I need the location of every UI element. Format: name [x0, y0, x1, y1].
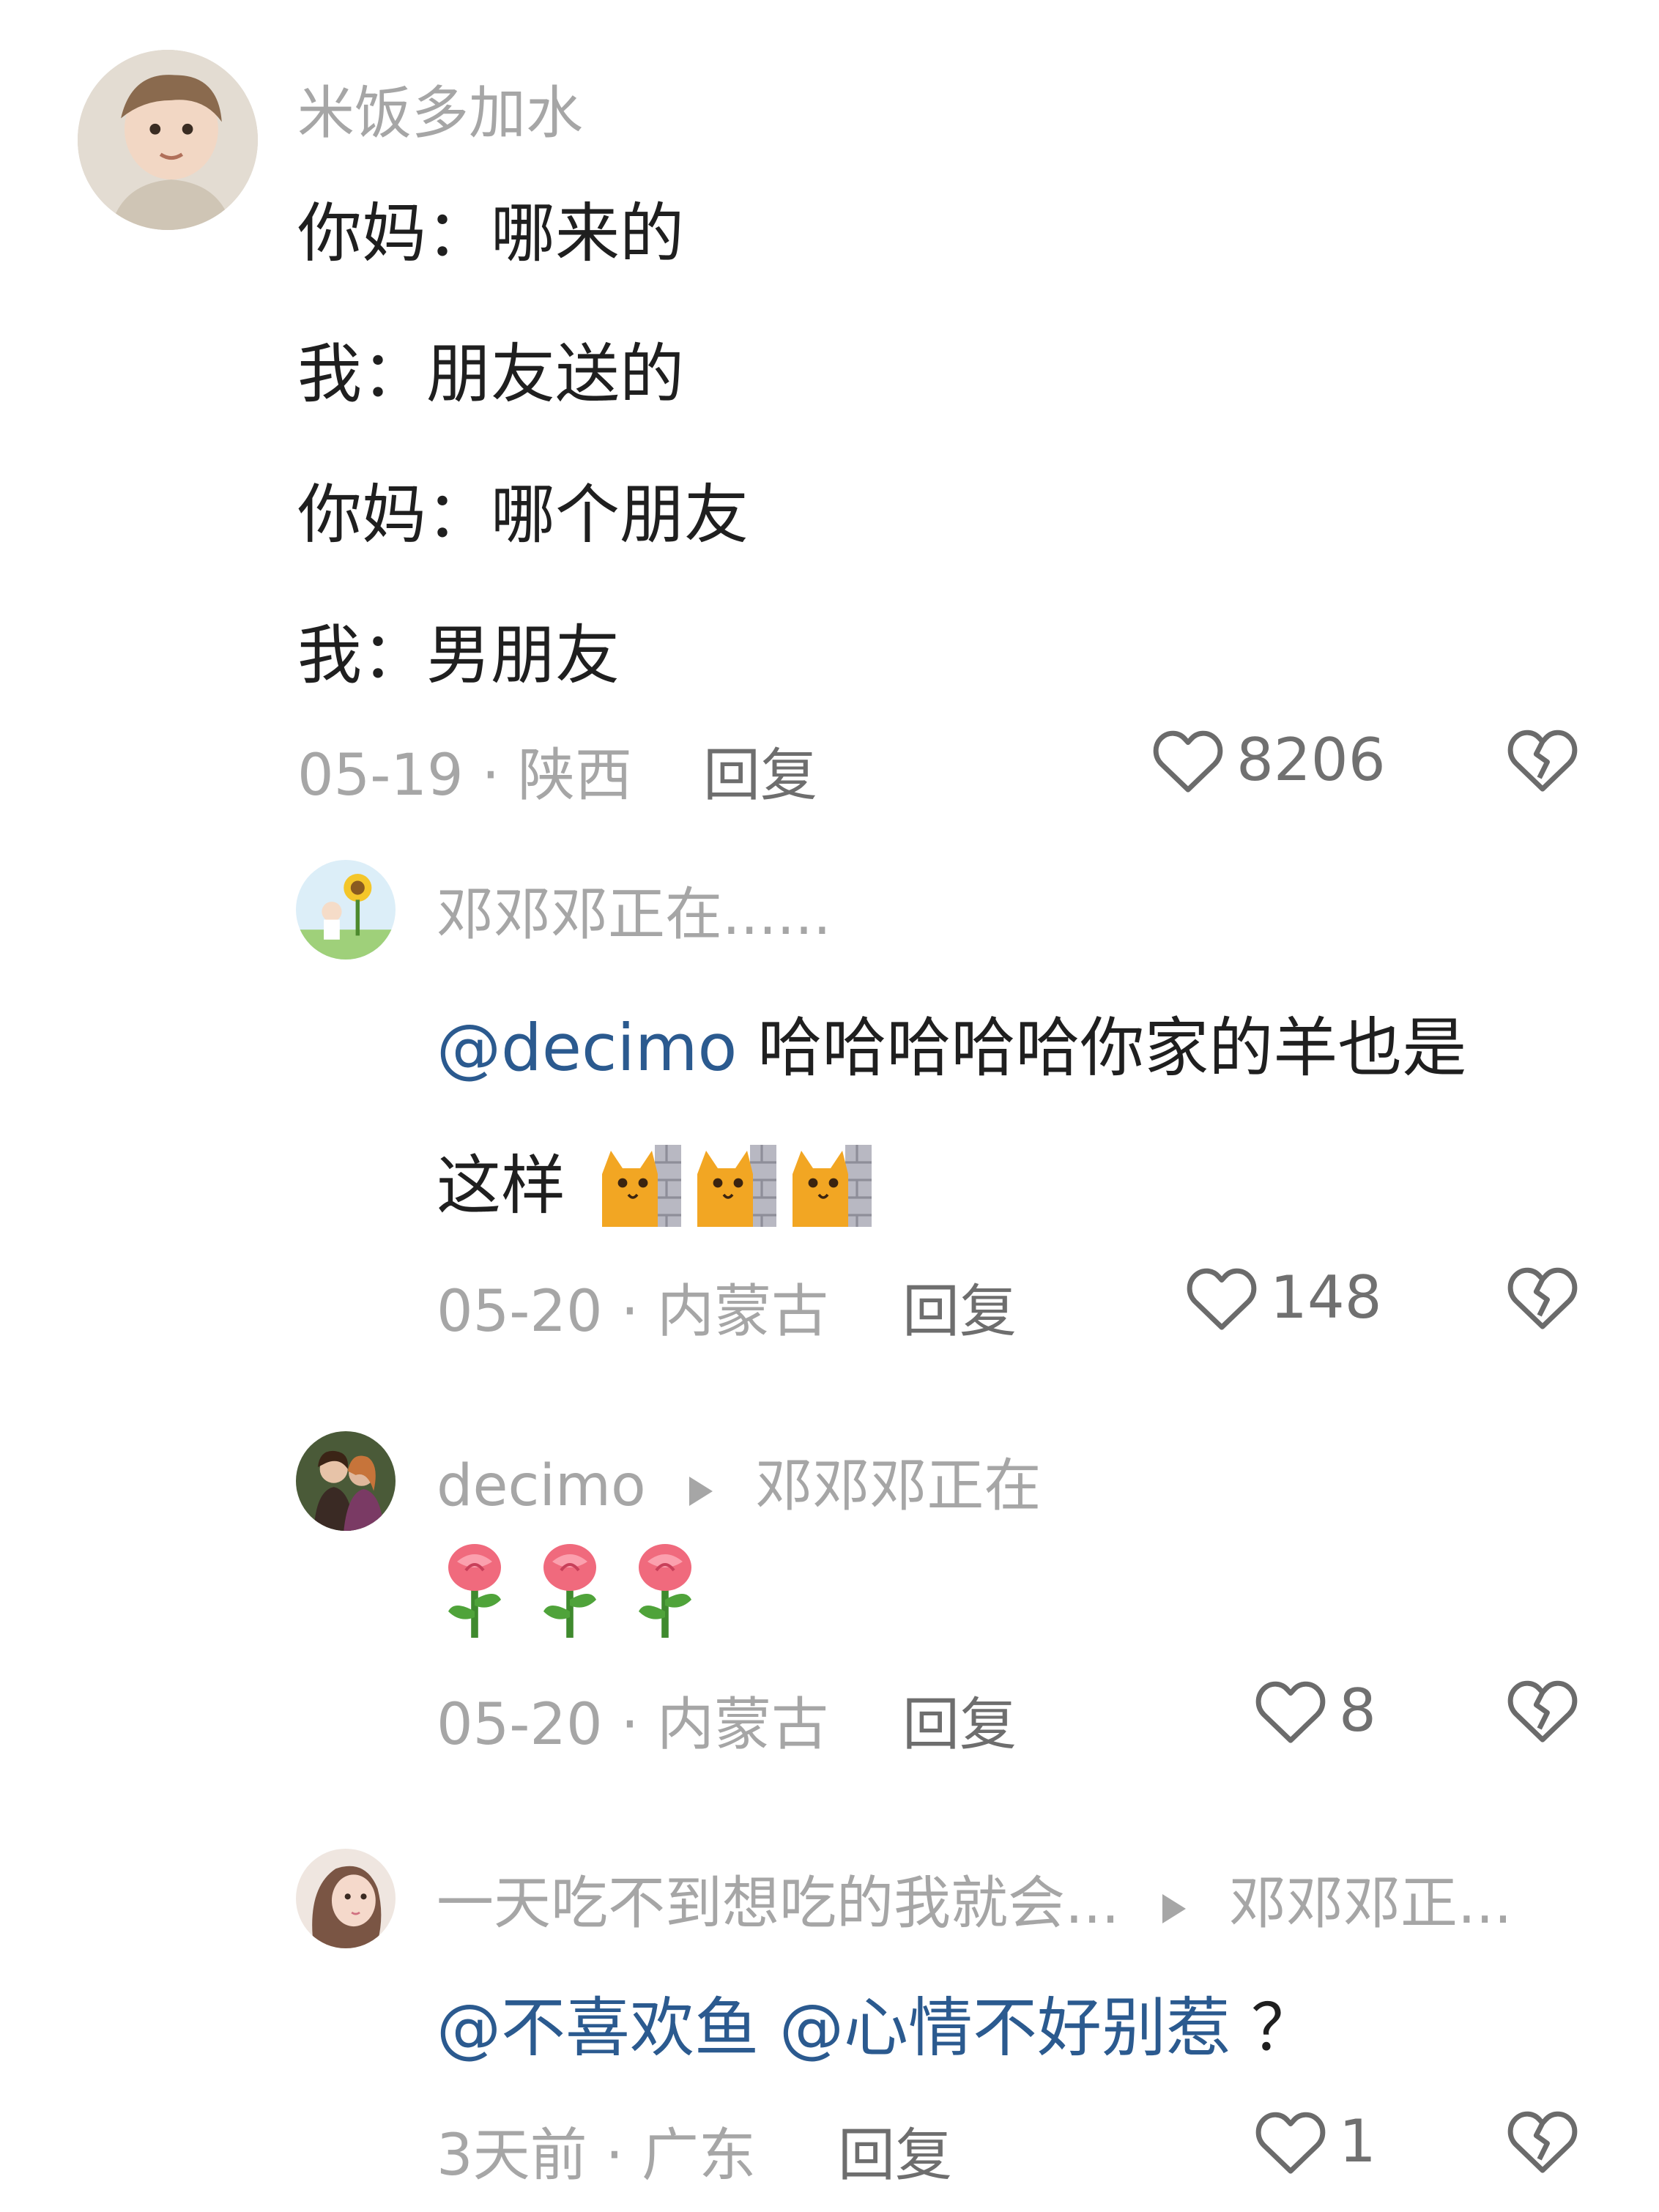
comment-meta: 05-20 · 内蒙古: [437, 1266, 828, 1348]
sunflower-cartoon-icon: [296, 860, 396, 960]
girl-portrait-icon: [296, 1849, 396, 1948]
reply-button[interactable]: 回复: [703, 730, 817, 812]
comment-3: decimo 邓邓邓正在 05-20 · 内蒙古 回复 8: [0, 1414, 1659, 1780]
couple-portrait-icon: [296, 1431, 396, 1531]
comment-date: 05-20: [437, 1279, 603, 1345]
mention-link[interactable]: @不喜欢鱼: [437, 1990, 759, 2066]
like-button[interactable]: 1: [1252, 2101, 1376, 2181]
mention-link[interactable]: @decimo: [437, 1010, 737, 1085]
dislike-button[interactable]: [1504, 2104, 1581, 2177]
reply-button[interactable]: 回复: [902, 1266, 1017, 1348]
username-link[interactable]: decimo: [437, 1453, 646, 1519]
like-button[interactable]: 148: [1184, 1257, 1382, 1337]
comment-1: 米饭多加水 你妈：哪来的 我：朋友送的 你妈：哪个朋友 我：男朋友 05-19 …: [0, 0, 1659, 820]
avatar[interactable]: [78, 50, 258, 230]
username-link[interactable]: 一天吃不到想吃的我就会...: [437, 1871, 1119, 1937]
comment-location: 广东: [642, 2123, 757, 2189]
broken-heart-icon: [1507, 730, 1578, 792]
avatar[interactable]: [296, 1431, 396, 1531]
cat-peeking-wall-emoji: [599, 1139, 681, 1242]
reply-button[interactable]: 回复: [902, 1679, 1017, 1761]
rose-emoji: [437, 1541, 513, 1644]
reply-button[interactable]: 回复: [838, 2109, 952, 2191]
comment-text-line: 你妈：哪个朋友: [297, 477, 749, 552]
heart-outline-icon: [1255, 1681, 1326, 1743]
broken-heart-icon: [1507, 1680, 1578, 1742]
avatar[interactable]: [296, 1849, 396, 1948]
triangle-right-icon: [1159, 1874, 1189, 1940]
comment-meta: 05-19 · 陕西: [297, 730, 632, 812]
rose-emoji: [532, 1541, 608, 1644]
comment-text-line: @不喜欢鱼 @心情不好别惹 ？: [437, 1976, 1315, 2069]
comment-location: 内蒙古: [657, 1692, 829, 1758]
comment-text: 这样: [437, 1148, 566, 1223]
like-count: 8: [1339, 1676, 1376, 1745]
cat-peeking-wall-emoji: [790, 1139, 872, 1242]
comment-date: 05-19: [297, 743, 464, 809]
comment-4: 一天吃不到想吃的我就会... 邓邓邓正... @不喜欢鱼 @心情不好别惹 ？ 3…: [0, 1831, 1659, 2212]
meta-separator: ·: [605, 2123, 624, 2189]
like-count: 8206: [1236, 725, 1386, 794]
heart-outline-icon: [1153, 730, 1223, 793]
comment-text-line: 我：朋友送的: [297, 336, 685, 412]
meta-separator: ·: [620, 1279, 639, 1345]
comment-text-line: [437, 1541, 703, 1644]
meta-separator: ·: [481, 743, 500, 809]
comment-text-line: 你妈：哪来的: [297, 196, 685, 271]
broken-heart-icon: [1507, 1267, 1578, 1329]
username: 一天吃不到想吃的我就会... 邓邓邓正...: [437, 1857, 1512, 1940]
username[interactable]: 米饭多加水: [297, 67, 583, 149]
broken-heart-icon: [1507, 2111, 1578, 2173]
reply-to-username[interactable]: 邓邓邓正在: [755, 1453, 1041, 1519]
username: decimo 邓邓邓正在: [437, 1440, 1041, 1523]
dislike-button[interactable]: [1504, 722, 1581, 795]
comment-2: 邓邓邓正在...... @decimo 哈哈哈哈哈你家的羊也是 这样 05-20…: [0, 842, 1659, 1355]
comment-text-line: @decimo 哈哈哈哈哈你家的羊也是: [437, 996, 1466, 1089]
heart-outline-icon: [1187, 1268, 1257, 1330]
comment-meta: 3天前 · 广东: [437, 2109, 756, 2191]
comment-text: ？: [1251, 1990, 1316, 2066]
like-button[interactable]: 8: [1252, 1670, 1376, 1751]
avatar[interactable]: [296, 860, 396, 960]
comment-date: 05-20: [437, 1692, 603, 1758]
heart-outline-icon: [1255, 2112, 1326, 2174]
like-count: 148: [1270, 1263, 1382, 1332]
meta-separator: ·: [620, 1692, 639, 1758]
comment-text-line: 我：男朋友: [297, 617, 620, 693]
comment-date: 3天前: [437, 2123, 587, 2189]
dislike-button[interactable]: [1504, 1260, 1581, 1333]
comment-text-line: 这样: [437, 1134, 872, 1242]
rose-emoji: [627, 1541, 703, 1644]
like-button[interactable]: 8206: [1150, 719, 1386, 800]
dislike-button[interactable]: [1504, 1673, 1581, 1746]
mention-link[interactable]: @心情不好别惹: [779, 1990, 1231, 2066]
cat-peeking-wall-emoji: [694, 1139, 776, 1242]
username[interactable]: 邓邓邓正在......: [437, 869, 831, 951]
like-count: 1: [1339, 2107, 1376, 2175]
comment-meta: 05-20 · 内蒙古: [437, 1679, 828, 1761]
comment-text: 哈哈哈哈哈你家的羊也是: [757, 1010, 1467, 1085]
child-portrait-icon: [78, 50, 258, 230]
reply-to-username[interactable]: 邓邓邓正...: [1229, 1871, 1512, 1937]
comment-location: 内蒙古: [657, 1279, 829, 1345]
triangle-right-icon: [686, 1457, 716, 1523]
comment-location: 陕西: [518, 743, 633, 809]
